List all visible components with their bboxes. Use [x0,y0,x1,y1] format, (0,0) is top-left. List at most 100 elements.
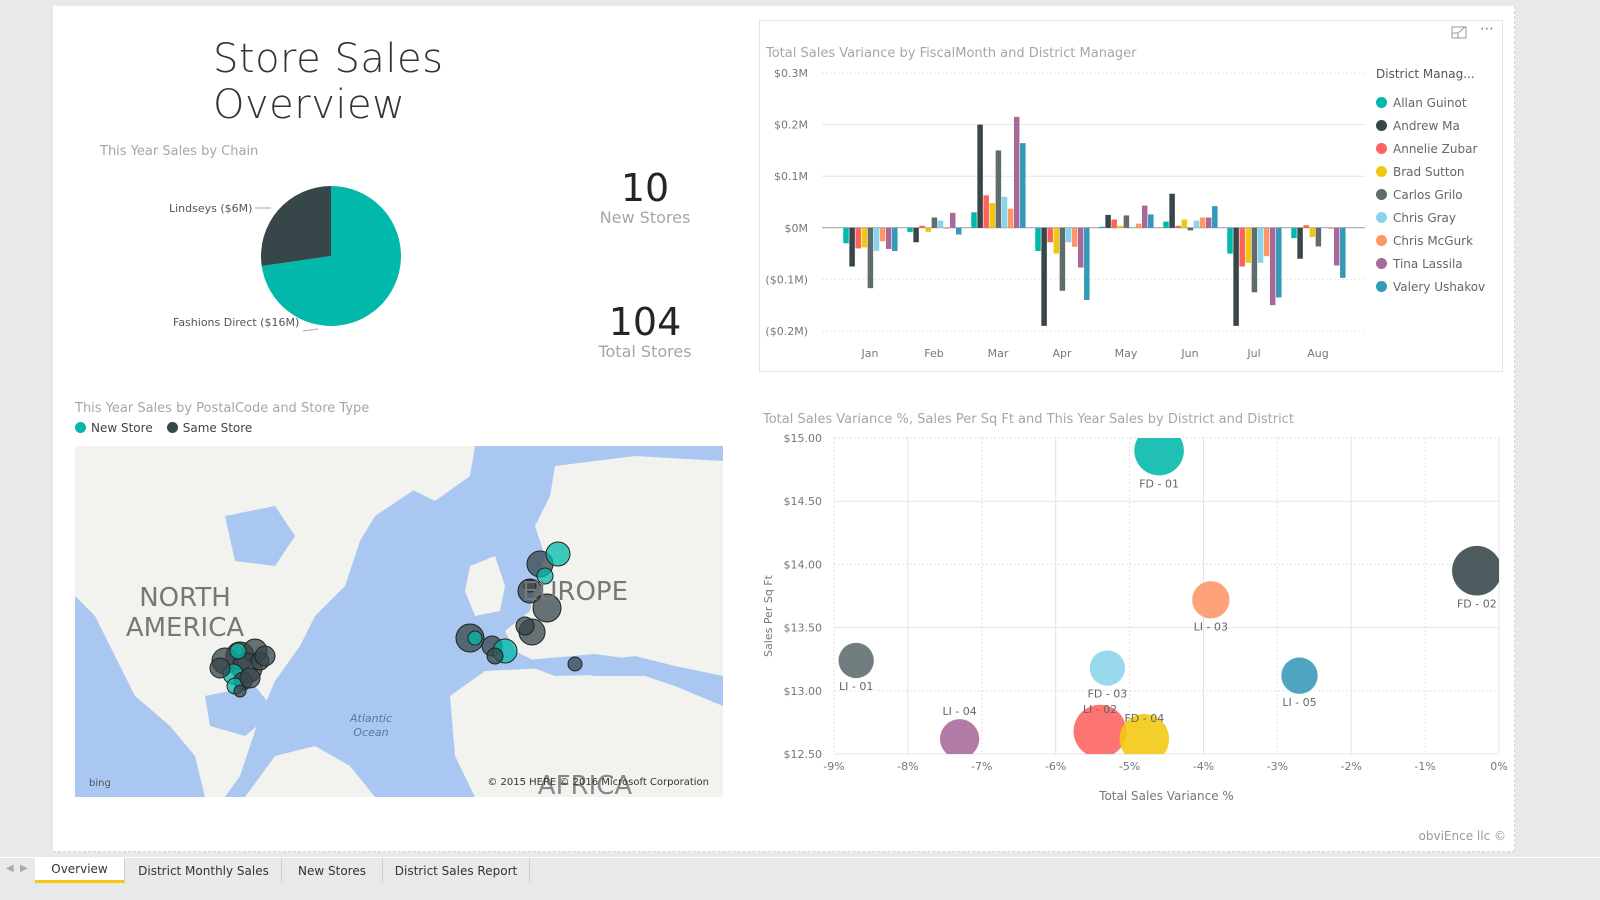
bar[interactable] [1251,227,1258,293]
bar[interactable] [1135,223,1142,228]
bar[interactable] [1227,227,1233,254]
bubble[interactable] [1281,657,1318,694]
bar[interactable] [937,220,944,228]
bar[interactable] [1233,227,1239,326]
map-bubble[interactable] [239,667,261,689]
bar[interactable] [1175,225,1181,228]
bar[interactable] [1035,227,1041,252]
bar[interactable] [1257,227,1264,263]
bar[interactable] [1129,226,1136,228]
bar[interactable] [892,227,898,252]
map-visual[interactable]: NORTH AMERICA EUROPE AFRICA Atlantic Oce… [75,446,723,797]
bar[interactable] [843,227,849,244]
bar[interactable] [1181,219,1188,228]
bar[interactable] [1315,227,1322,247]
bar[interactable] [989,203,996,228]
bar[interactable] [1141,205,1148,228]
bar[interactable] [1321,226,1328,228]
bar[interactable] [949,212,956,228]
kpi-card-new-stores[interactable]: 10 New Stores [575,168,715,227]
bar[interactable] [1084,227,1090,301]
bar[interactable] [1065,227,1072,243]
legend-item[interactable]: Annelie Zubar [1376,137,1485,160]
more-options-icon[interactable]: ⋯ [1480,21,1494,37]
bar[interactable] [1047,227,1053,243]
bar[interactable] [1105,214,1111,228]
bubble[interactable] [1192,581,1230,619]
bar[interactable] [1099,226,1105,228]
tab-prev-arrow[interactable]: ◀ [6,863,14,874]
bar[interactable] [1007,208,1014,228]
legend-item[interactable]: Valery Ushakov [1376,275,1485,298]
bar[interactable] [1309,227,1316,238]
bar[interactable] [995,150,1002,228]
bar[interactable] [1333,227,1340,266]
scatter-chart[interactable]: $15.00 $14.50 $14.00 $13.50 $13.00 $12.50-9% -… [758,428,1508,808]
bar[interactable] [1297,227,1303,259]
bar[interactable] [1123,215,1130,228]
pie-chart[interactable]: Fashions Direct ($16M) Lindseys ($6M) [153,166,423,346]
legend-item[interactable]: Andrew Ma [1376,114,1485,137]
bar[interactable] [983,195,989,228]
pie-slice[interactable] [261,186,331,266]
bar-chart-visual[interactable]: ⋯ Total Sales Variance by FiscalMonth an… [759,20,1503,372]
map-bubble[interactable] [545,541,571,567]
legend-item[interactable]: Carlos Grilo [1376,183,1485,206]
bar[interactable] [1276,227,1282,298]
tab-district-sales-report[interactable]: District Sales Report [383,858,530,883]
map-canvas[interactable]: NORTH AMERICA EUROPE AFRICA Atlantic Oce… [75,446,723,797]
bar[interactable] [1187,227,1194,231]
bar[interactable] [1291,227,1297,239]
bubble[interactable] [1089,650,1126,686]
tab-new-stores[interactable]: New Stores [282,858,383,883]
bubble[interactable] [838,642,874,679]
legend-item[interactable]: Allan Guinot [1376,91,1485,114]
bar[interactable] [849,227,855,267]
bar[interactable] [925,227,932,232]
bar[interactable] [1212,206,1218,228]
bubble[interactable] [939,719,980,758]
bar[interactable] [1148,214,1154,228]
bar[interactable] [977,124,983,228]
bar[interactable] [1053,227,1060,254]
bar[interactable] [1245,227,1252,263]
bar[interactable] [1193,220,1200,228]
bar[interactable] [956,227,962,235]
bar[interactable] [1340,227,1346,278]
tab-district-monthly-sales[interactable]: District Monthly Sales [126,858,282,883]
bar[interactable] [1013,116,1020,228]
bar[interactable] [867,227,874,289]
bar[interactable] [1071,227,1078,247]
bar[interactable] [943,227,950,229]
tab-overview[interactable]: Overview [35,858,125,883]
kpi-card-total-stores[interactable]: 104 Total Stores [575,302,715,361]
bar[interactable] [1059,227,1066,291]
map-bubble[interactable] [486,647,504,665]
map-bubble[interactable] [209,657,231,679]
bubble[interactable] [1134,428,1184,476]
map-bubble[interactable] [515,616,535,636]
map-bubble[interactable] [229,642,247,660]
legend-item[interactable]: Chris McGurk [1376,229,1485,252]
bar[interactable] [1169,193,1175,228]
bar[interactable] [861,227,868,248]
bar[interactable] [1263,227,1270,257]
bar[interactable] [1020,143,1026,228]
legend-item[interactable]: Chris Gray [1376,206,1485,229]
bar[interactable] [855,227,861,249]
map-bubble[interactable] [254,645,276,667]
legend-item-new-store[interactable]: New Store [75,421,153,435]
bar[interactable] [1077,227,1084,268]
bubble[interactable] [1452,545,1502,596]
bar[interactable] [931,217,938,228]
bar[interactable] [1303,225,1309,228]
bar[interactable] [907,227,913,232]
bar[interactable] [1239,227,1245,267]
focus-mode-icon[interactable] [1451,25,1467,43]
bar[interactable] [919,225,925,228]
bar[interactable] [1205,217,1212,228]
bar[interactable] [873,227,880,252]
map-bubble[interactable] [567,656,583,672]
legend-item[interactable]: Tina Lassila [1376,252,1485,275]
bar[interactable] [1163,221,1169,228]
